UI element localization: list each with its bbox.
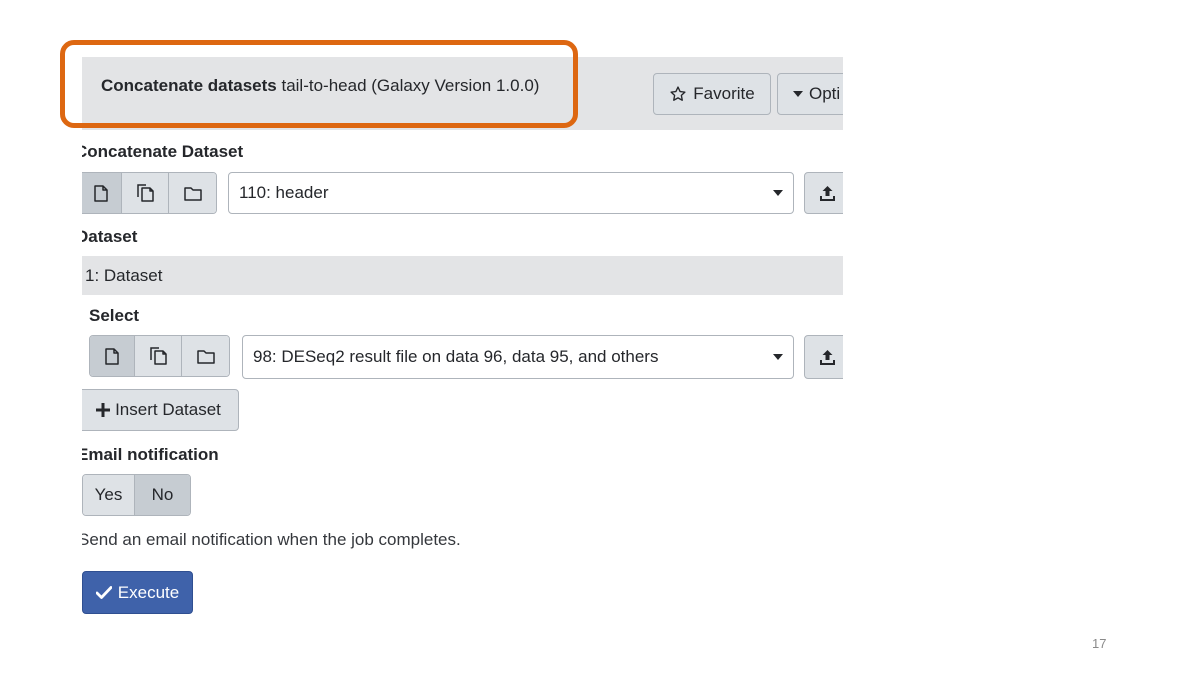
email-yes-option[interactable]: Yes bbox=[83, 475, 135, 515]
title-highlight-box bbox=[60, 40, 578, 128]
upload-icon bbox=[819, 185, 836, 202]
dataset-upload-button[interactable] bbox=[804, 335, 843, 379]
plus-icon bbox=[96, 403, 111, 417]
star-icon bbox=[669, 85, 687, 103]
concatenate-selected-value: 110: header bbox=[239, 183, 329, 202]
repeat-dataset-header[interactable]: 1: Dataset bbox=[82, 256, 843, 295]
single-dataset-button[interactable] bbox=[90, 336, 135, 376]
dataset-select[interactable]: 98: DESeq2 result file on data 96, data … bbox=[242, 335, 794, 379]
email-notification-label: Email notification bbox=[82, 445, 219, 464]
email-notification-toggle: Yes No bbox=[82, 474, 191, 516]
dataset-section-label: Dataset bbox=[82, 227, 138, 246]
select-label: Select bbox=[89, 306, 140, 325]
copy-icon bbox=[149, 347, 167, 365]
favorite-label: Favorite bbox=[693, 84, 755, 103]
email-no-option[interactable]: No bbox=[135, 475, 190, 515]
collection-button[interactable] bbox=[169, 173, 216, 213]
execute-button[interactable]: Execute bbox=[82, 571, 193, 614]
concatenate-input-type-group bbox=[82, 172, 217, 214]
concatenate-dataset-label: Concatenate Dataset bbox=[82, 142, 244, 161]
concatenate-dataset-select[interactable]: 110: header bbox=[228, 172, 794, 214]
insert-dataset-label: Insert Dataset bbox=[115, 400, 221, 419]
folder-icon bbox=[196, 349, 215, 364]
dropdown-caret-icon bbox=[773, 190, 783, 196]
file-icon bbox=[105, 347, 119, 365]
email-help-text: Send an email notification when the job … bbox=[82, 530, 461, 549]
caret-down-icon bbox=[793, 90, 803, 98]
file-icon bbox=[94, 184, 108, 202]
repeat-dataset-title: 1: Dataset bbox=[85, 265, 163, 285]
check-icon bbox=[95, 586, 112, 599]
insert-dataset-button[interactable]: Insert Dataset bbox=[82, 389, 239, 431]
upload-icon bbox=[819, 349, 836, 366]
slide-number: 17 bbox=[1092, 636, 1107, 651]
multiple-datasets-button[interactable] bbox=[122, 173, 169, 213]
dataset-selected-value: 98: DESeq2 result file on data 96, data … bbox=[253, 347, 659, 366]
favorite-button[interactable]: Favorite bbox=[653, 73, 771, 115]
execute-label: Execute bbox=[117, 582, 180, 602]
options-label: Opti bbox=[809, 84, 841, 103]
multiple-datasets-button[interactable] bbox=[135, 336, 182, 376]
single-dataset-button[interactable] bbox=[82, 173, 122, 213]
concatenate-upload-button[interactable] bbox=[804, 172, 843, 214]
dropdown-caret-icon bbox=[773, 354, 783, 360]
dataset-input-type-group bbox=[89, 335, 230, 377]
copy-icon bbox=[136, 184, 154, 202]
options-button[interactable]: Opti bbox=[777, 73, 843, 115]
folder-icon bbox=[183, 186, 202, 201]
collection-button[interactable] bbox=[182, 336, 229, 376]
